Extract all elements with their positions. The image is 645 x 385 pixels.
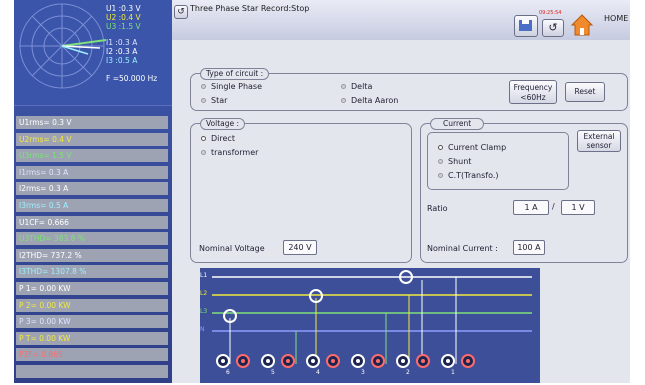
voltage-group: Voltage : Direct transformer Nominal Vol… [190,118,412,263]
voltage-legend: Voltage : [200,118,246,130]
current-group: Current Current Clamp Shunt C.T(Transfo.… [420,118,628,263]
config-panel: Type of circuit : Single Phase Star Delt… [172,40,630,383]
measurement-row: I3rms= 0.5 A [16,199,168,212]
measurement-row: P 3= 0.00 KW [16,315,168,329]
option-direct[interactable]: Direct [201,134,235,143]
line-label-l3: L3 [200,308,208,315]
terminal-socket-icon [261,354,275,368]
option-delta[interactable]: Delta [341,82,372,91]
circuit-type-legend: Type of circuit : [200,68,270,80]
terminal-number: 4 [316,369,320,376]
terminal-number: 5 [271,369,275,376]
option-single-phase[interactable]: Single Phase [201,82,262,91]
option-ct-transfo[interactable]: C.T(Transfo.) [438,171,499,180]
terminal-socket-icon [441,354,455,368]
terminal-socket-icon [306,354,320,368]
radio-icon [341,84,346,89]
ratio-label: Ratio [427,204,448,213]
frequency-button[interactable]: Frequency <60Hz [509,80,557,104]
save-icon[interactable] [514,15,538,37]
terminal-socket-icon [416,354,430,368]
back-icon[interactable]: ↺ [174,5,188,19]
terminal-socket-icon [461,354,475,368]
nominal-current-field[interactable]: 100 A [513,240,545,255]
measurement-row: U3rms= 1.5 V [16,149,168,163]
terminal-socket-icon [281,354,295,368]
clock: 09:25:54 [539,10,562,16]
nominal-current-label: Nominal Current : [427,244,498,253]
i2-value: I2 :0.3 A [106,47,138,56]
i3-value: I3 :0.5 A [106,56,138,65]
measurement-row: I2rms= 0.3 A [16,182,168,196]
external-sensor-button[interactable]: External sensor [577,130,621,152]
measurement-row: I3THD= 1307.8 % [16,265,168,279]
terminal-socket-icon [326,354,340,368]
terminal-socket-icon [351,354,365,368]
home-icon[interactable] [570,13,594,37]
refresh-icon[interactable]: ↺ [542,19,564,37]
terminal-row: 6 5 4 3 2 1 [216,354,536,382]
measurement-panel: U1 :0.3 V U2 :0.4 V U3 :1.5 V I1 :0.3 A … [14,0,172,383]
frequency-value: F =50.000 Hz [106,74,158,83]
vector-scope: U1 :0.3 V U2 :0.4 V U3 :1.5 V I1 :0.3 A … [14,0,172,106]
line-label-n: N [200,326,205,333]
top-bar: ↺ Three Phase Star Record:Stop 09:25:54 … [172,0,630,40]
ratio-separator: / [552,202,555,211]
vector-diagram [19,3,107,89]
line-label-l2: L2 [200,290,208,297]
nominal-voltage-field[interactable]: 240 V [283,240,317,255]
current-legend: Current [430,118,485,130]
measurement-row: U1CF= 0.666 [16,215,168,229]
radio-icon [341,98,346,103]
measurement-row: P T= 0.00 KW [16,331,168,345]
measurement-row: U3THD= 383.8 % [16,232,168,246]
measurement-row: I1rms= 0.3 A [16,165,168,179]
terminal-number: 3 [361,369,365,376]
terminal-socket-icon [371,354,385,368]
option-current-clamp[interactable]: Current Clamp [438,143,506,152]
radio-icon [201,84,206,89]
home-button[interactable]: HOME [604,14,628,23]
u3-value: U3 :1.5 V [106,22,141,31]
app-window: U1 :0.3 V U2 :0.4 V U3 :1.5 V I1 :0.3 A … [14,0,630,383]
terminal-number: 2 [406,369,410,376]
measurement-row [16,365,168,378]
radio-icon [201,98,206,103]
u1-value: U1 :0.3 V [106,4,141,13]
ratio-primary-field[interactable]: 1 A [513,200,549,215]
page-title: Three Phase Star Record:Stop [190,4,310,13]
reset-button[interactable]: Reset [565,82,605,102]
option-delta-aaron[interactable]: Delta Aaron [341,96,398,105]
ratio-secondary-field[interactable]: 1 V [561,200,595,215]
radio-icon [438,173,443,178]
measurement-row: U2rms= 0.4 V [16,132,168,146]
terminal-number: 6 [226,369,230,376]
terminal-socket-icon [396,354,410,368]
radio-icon [438,159,443,164]
measurement-row: I2THD= 737.2 % [16,248,168,262]
option-transformer[interactable]: transformer [201,148,258,157]
measurement-row: P 1= 0.00 KW [16,282,168,295]
option-star[interactable]: Star [201,96,227,105]
terminal-number: 1 [451,369,455,376]
radio-icon [201,136,206,141]
u2-value: U2 :0.4 V [106,13,141,22]
circuit-type-group: Type of circuit : Single Phase Star Delt… [190,68,628,111]
terminal-socket-icon [236,354,250,368]
radio-icon [201,150,206,155]
line-label-l1: L1 [200,272,208,279]
measurement-row: P 2= 0.00 KW [16,298,168,312]
i1-value: I1 :0.3 A [106,38,138,47]
terminal-socket-icon [216,354,230,368]
option-shunt[interactable]: Shunt [438,157,471,166]
wiring-diagram: L1 L2 L3 N 6 5 4 3 2 1 [200,268,540,383]
measurement-row: P3F= 0.865 [16,348,168,362]
measurement-row: U1rms= 0.3 V [16,116,168,129]
radio-icon [438,145,443,150]
nominal-voltage-label: Nominal Voltage [199,244,265,253]
current-sensor-group: Current Clamp Shunt C.T(Transfo.) [427,132,569,190]
